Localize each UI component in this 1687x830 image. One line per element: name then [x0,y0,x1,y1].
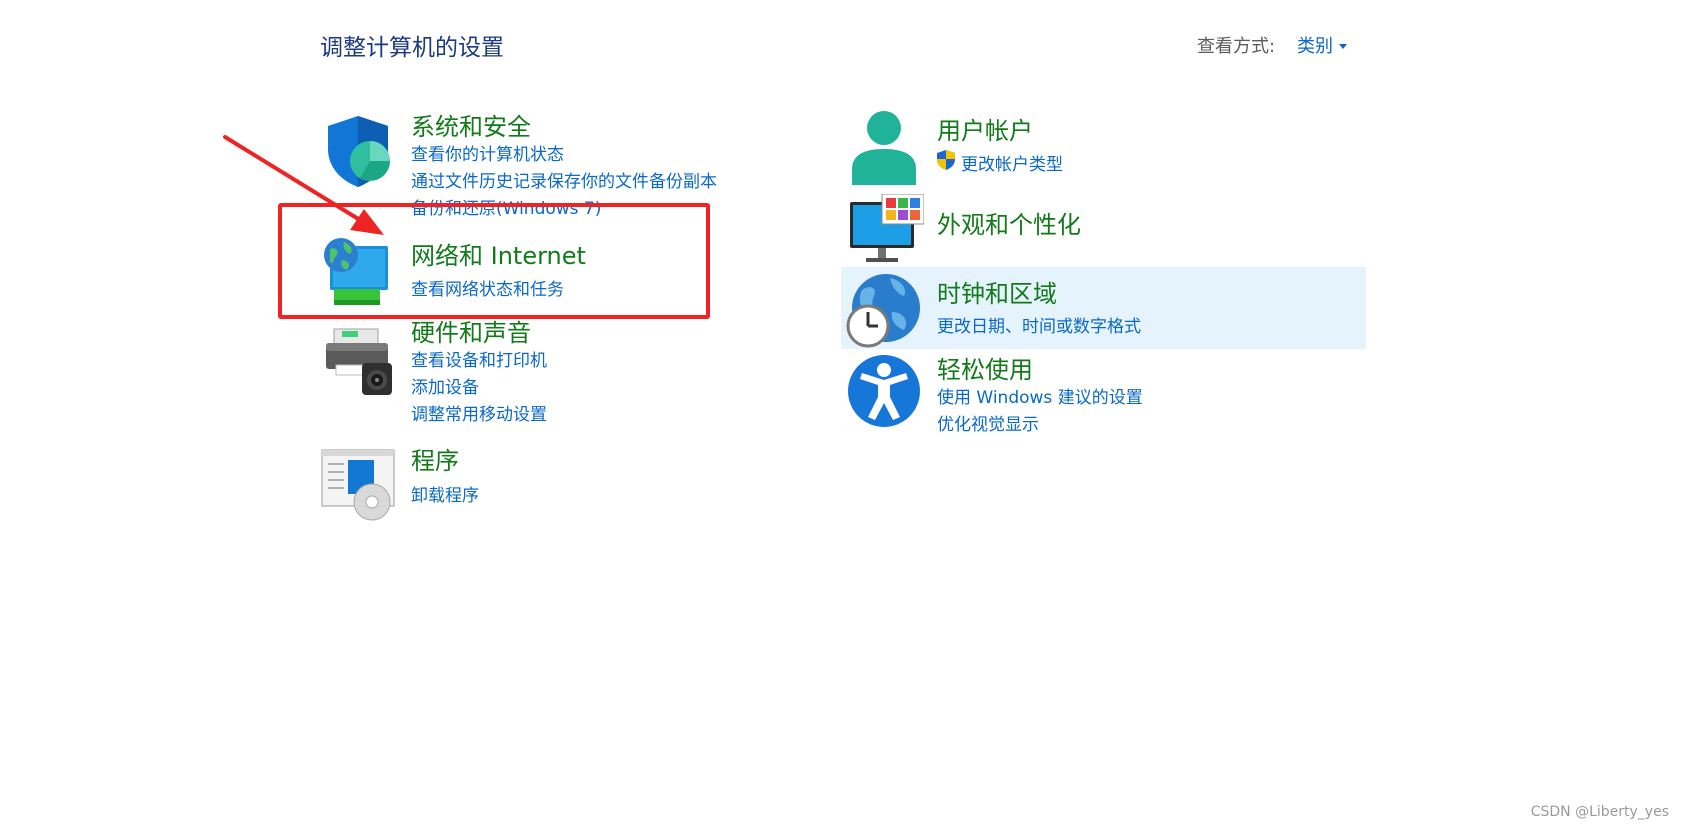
view-by-value: 类别 [1297,36,1333,57]
system-security-title[interactable]: 系统和安全 [411,107,531,142]
mobility-settings-link[interactable]: 调整常用移动设置 [411,400,547,425]
annotation-arrow [223,135,384,235]
add-device-link[interactable]: 添加设备 [411,373,479,398]
user-icon [852,111,916,185]
accessibility-icon [848,355,920,427]
watermark: CSDN @Liberty_yes [1530,804,1669,820]
page-title: 调整计算机的设置 [320,35,504,61]
view-by-label: 查看方式: [1197,36,1276,57]
printer-icon [326,328,392,395]
date-time-format-link[interactable]: 更改日期、时间或数字格式 [937,312,1141,337]
appearance-title[interactable]: 外观和个性化 [937,205,1081,240]
programs-disc-icon [321,449,395,521]
clock-region-title[interactable]: 时钟和区域 [937,274,1057,309]
view-computer-status-link[interactable]: 查看你的计算机状态 [411,140,564,165]
programs-title[interactable]: 程序 [411,441,459,476]
caret-down-icon [1339,43,1347,49]
annotation-highlight-box [278,203,710,319]
devices-printers-link[interactable]: 查看设备和打印机 [411,346,547,371]
shield-icon [328,116,390,187]
globe-clock-icon [846,274,920,348]
change-account-type-link[interactable]: 更改帐户类型 [961,150,1063,175]
uac-shield-icon [937,150,955,170]
ease-of-access-title[interactable]: 轻松使用 [937,350,1033,385]
user-accounts-title[interactable]: 用户帐户 [937,111,1033,146]
view-by-dropdown[interactable]: 类别 [1297,32,1347,58]
file-history-link[interactable]: 通过文件历史记录保存你的文件备份副本 [411,167,717,192]
uninstall-program-link[interactable]: 卸载程序 [411,481,479,506]
optimize-visual-display-link[interactable]: 优化视觉显示 [937,410,1039,435]
recommended-settings-link[interactable]: 使用 Windows 建议的设置 [937,383,1143,408]
monitor-palette-icon [850,194,924,262]
